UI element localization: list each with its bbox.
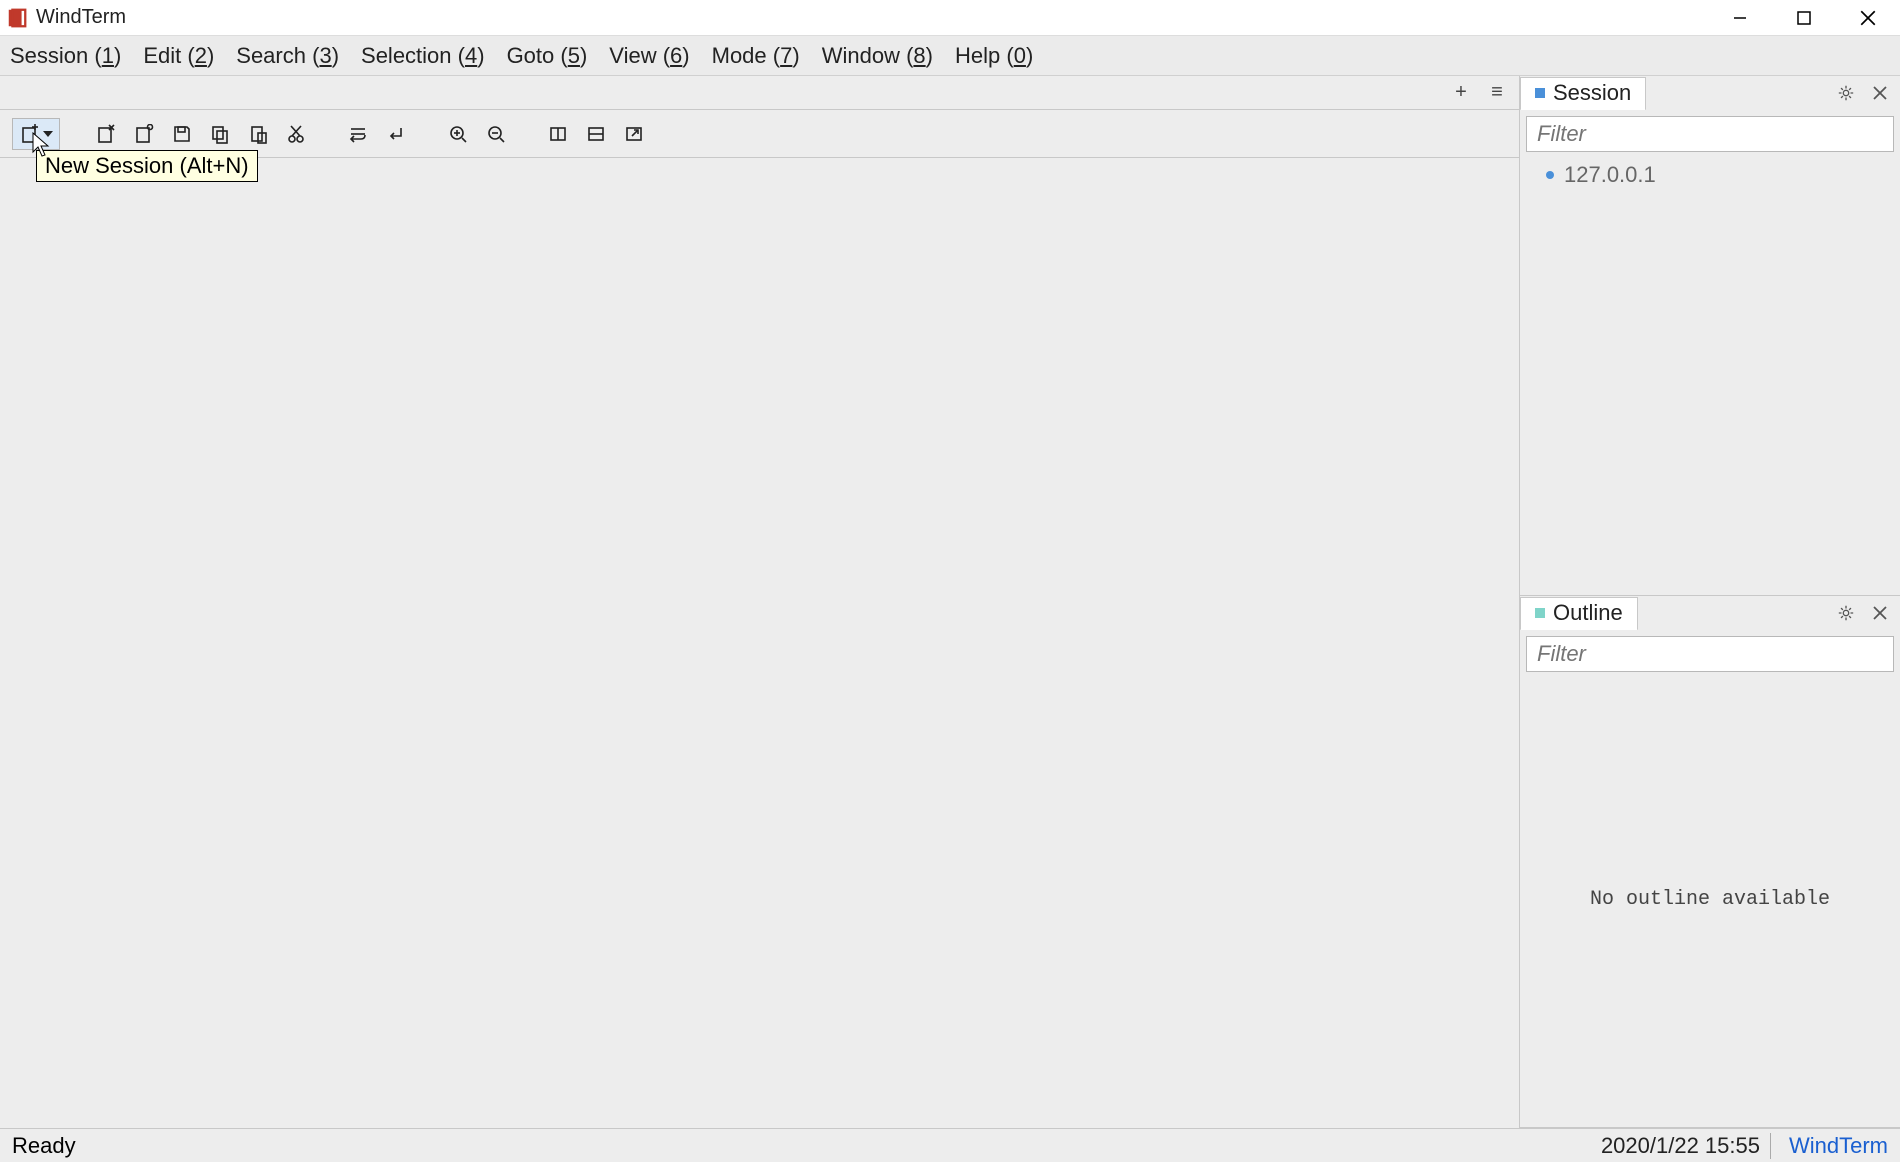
app-logo-icon xyxy=(6,7,28,29)
session-settings-button[interactable] xyxy=(1832,79,1860,107)
editor-area[interactable] xyxy=(0,158,1519,1128)
minimize-button[interactable] xyxy=(1708,0,1772,36)
split-horizontal-button[interactable] xyxy=(580,118,612,150)
title-left: WindTerm xyxy=(0,6,126,29)
title-bar: WindTerm xyxy=(0,0,1900,36)
tab-strip: + ≡ xyxy=(0,76,1519,110)
menu-view[interactable]: View (6) xyxy=(605,41,693,71)
menu-bar: Session (1) Edit (2) Search (3) Selectio… xyxy=(0,36,1900,76)
maximize-button[interactable] xyxy=(1772,0,1836,36)
status-bar: Ready 2020/1/22 15:55 WindTerm xyxy=(0,1128,1900,1162)
status-right: 2020/1/22 15:55 WindTerm xyxy=(1601,1133,1888,1159)
new-tab-button[interactable]: + xyxy=(1449,81,1473,105)
menu-window[interactable]: Window (8) xyxy=(818,41,937,71)
return-button[interactable] xyxy=(380,118,412,150)
session-panel-tab[interactable]: Session xyxy=(1520,77,1646,111)
copy-button[interactable] xyxy=(204,118,236,150)
dropdown-arrow-icon xyxy=(43,131,53,137)
session-status-icon xyxy=(1546,171,1554,179)
window-controls xyxy=(1708,0,1900,36)
outline-panel-title: Outline xyxy=(1553,600,1623,626)
status-left-text: Ready xyxy=(12,1133,76,1159)
menu-search[interactable]: Search (3) xyxy=(232,41,343,71)
zoom-out-button[interactable] xyxy=(480,118,512,150)
outline-panel: Outline No outline available xyxy=(1520,596,1900,1128)
session-panel: Session 127.0.0.1 xyxy=(1520,76,1900,596)
outline-empty-text: No outline available xyxy=(1526,678,1894,1121)
session-panel-title: Session xyxy=(1553,80,1631,106)
left-column: + ≡ New Session (Alt+N) xyxy=(0,76,1520,1128)
session-panel-body: 127.0.0.1 xyxy=(1520,110,1900,595)
outline-settings-button[interactable] xyxy=(1832,599,1860,627)
menu-help[interactable]: Help (0) xyxy=(951,41,1037,71)
right-column: Session 127.0.0.1 xyxy=(1520,76,1900,1128)
outline-panel-tab[interactable]: Outline xyxy=(1520,597,1638,631)
menu-edit[interactable]: Edit (2) xyxy=(139,41,218,71)
menu-session[interactable]: Session (1) xyxy=(6,41,125,71)
outline-panel-header: Outline xyxy=(1520,596,1900,630)
menu-goto[interactable]: Goto (5) xyxy=(503,41,592,71)
tooltip: New Session (Alt+N) xyxy=(36,150,258,182)
cut-button[interactable] xyxy=(280,118,312,150)
close-button[interactable] xyxy=(1836,0,1900,36)
tab-menu-button[interactable]: ≡ xyxy=(1485,81,1509,105)
session-item-label: 127.0.0.1 xyxy=(1564,162,1656,188)
session-filter-input[interactable] xyxy=(1526,116,1894,152)
status-datetime: 2020/1/22 15:55 xyxy=(1601,1133,1771,1159)
reconnect-session-button[interactable] xyxy=(128,118,160,150)
app-title: WindTerm xyxy=(36,6,126,29)
session-tree-item[interactable]: 127.0.0.1 xyxy=(1526,158,1894,192)
menu-mode[interactable]: Mode (7) xyxy=(708,41,804,71)
zoom-in-button[interactable] xyxy=(442,118,474,150)
status-brand[interactable]: WindTerm xyxy=(1789,1133,1888,1159)
toolbar: New Session (Alt+N) xyxy=(0,110,1519,158)
outline-panel-body: No outline available xyxy=(1520,630,1900,1127)
popout-button[interactable] xyxy=(618,118,650,150)
outline-close-button[interactable] xyxy=(1866,599,1894,627)
menu-selection[interactable]: Selection (4) xyxy=(357,41,489,71)
save-button[interactable] xyxy=(166,118,198,150)
new-session-button[interactable] xyxy=(12,118,60,150)
outline-tab-icon xyxy=(1535,608,1545,618)
session-tab-icon xyxy=(1535,88,1545,98)
split-vertical-button[interactable] xyxy=(542,118,574,150)
session-close-button[interactable] xyxy=(1866,79,1894,107)
session-panel-header: Session xyxy=(1520,76,1900,110)
close-session-button[interactable] xyxy=(90,118,122,150)
outline-filter-input[interactable] xyxy=(1526,636,1894,672)
paste-button[interactable] xyxy=(242,118,274,150)
wrap-button[interactable] xyxy=(342,118,374,150)
content-area: + ≡ New Session (Alt+N) xyxy=(0,76,1900,1128)
